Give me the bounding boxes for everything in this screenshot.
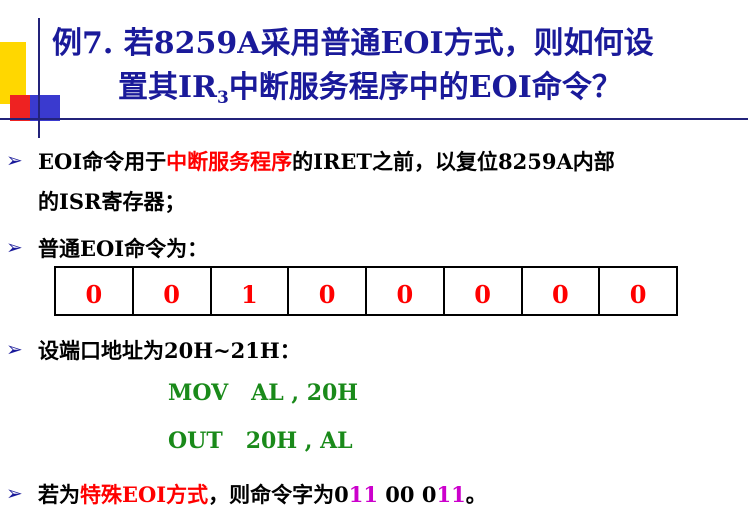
bit-cell: 1 [212,268,290,314]
slide-title-line1: 例7. 若8259A采用普通EOI方式，则如何设 [52,26,654,61]
bit-value: 1 [241,280,258,309]
code-line-out: OUT 20H , AL [168,428,353,454]
bit-value: 0 [629,280,647,309]
arrow-bullet-icon: ➢ [6,148,23,172]
bullet-normal-eoi: 普通EOI命令为： [38,236,209,261]
arrow-bullet-icon: ➢ [6,481,23,505]
bit-cell: 0 [56,268,134,314]
bit-value: 0 [318,280,336,309]
bit-value: 0 [474,280,491,309]
bit-value: 0 [163,280,180,309]
bullet-eoi-usage-cont: 的ISR寄存器； [38,189,186,214]
bit-value: 0 [552,280,569,309]
bullet-port-address: 设端口地址为20H~21H： [38,338,301,363]
slide-title-line2: 置其IR3中断服务程序中的EOI命令？ [118,70,622,108]
bit-value: 0 [85,280,103,309]
code-line-mov: MOV AL , 20H [168,380,359,406]
arrow-bullet-icon: ➢ [6,337,23,361]
bullet-special-eoi: 若为特殊EOI方式，则命令字为011 00 011。 [38,482,487,507]
decor-horizontal-line [0,118,748,120]
bit-cell: 0 [523,268,601,314]
bit-value: 0 [396,280,414,309]
eoi-command-bits: 0 0 1 0 0 0 0 0 [54,266,678,316]
decor-vertical-line [38,18,40,138]
bit-cell: 0 [289,268,367,314]
bit-cell: 0 [445,268,523,314]
bullet-eoi-usage: EOI命令用于中断服务程序的IRET之前，以复位8259A内部 [38,149,615,174]
bit-cell: 0 [134,268,212,314]
bit-cell: 0 [367,268,445,314]
bit-cell: 0 [600,268,676,314]
arrow-bullet-icon: ➢ [6,235,23,259]
